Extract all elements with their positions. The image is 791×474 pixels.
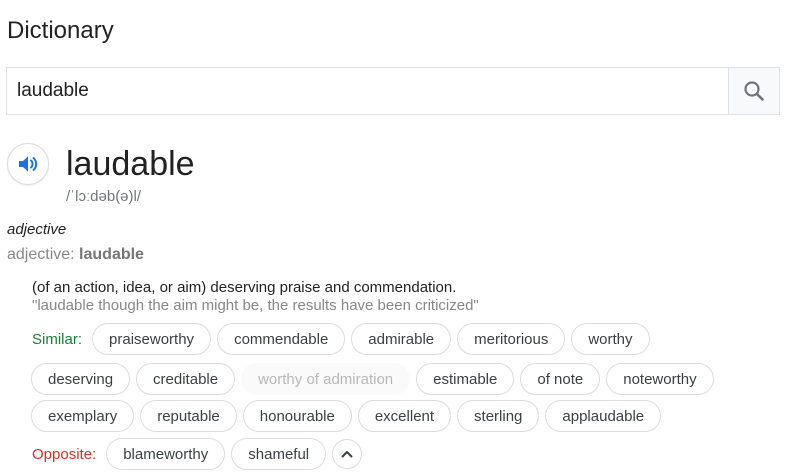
- similar-row-1: Similar: praiseworthy commendable admira…: [32, 323, 656, 355]
- part-of-speech-detail: adjective: laudable: [7, 246, 144, 264]
- opposite-label: Opposite:: [32, 445, 97, 463]
- search-button[interactable]: [728, 68, 779, 114]
- synonym-chip[interactable]: worthy: [571, 323, 650, 355]
- search-input[interactable]: [7, 68, 728, 114]
- pos-detail-prefix: adjective:: [7, 246, 80, 263]
- speaker-icon: [19, 156, 38, 172]
- search-box: [6, 67, 780, 115]
- pronunciation-button[interactable]: [7, 143, 49, 185]
- dictionary-title: Dictionary: [7, 17, 114, 44]
- synonym-chip-disabled: worthy of admiration: [241, 363, 411, 395]
- antonym-chip[interactable]: shameful: [231, 438, 327, 470]
- headword: laudable: [66, 145, 195, 183]
- synonym-chip[interactable]: meritorious: [457, 323, 566, 355]
- synonym-chip[interactable]: reputable: [140, 400, 237, 432]
- similar-label: Similar:: [32, 330, 83, 348]
- example-sentence: "laudable though the aim might be, the r…: [32, 297, 479, 314]
- synonym-chip[interactable]: creditable: [136, 363, 236, 395]
- synonym-chip[interactable]: excellent: [357, 400, 452, 432]
- synonym-chip[interactable]: estimable: [416, 363, 515, 395]
- synonym-chip[interactable]: commendable: [217, 323, 346, 355]
- synonym-chip[interactable]: noteworthy: [606, 363, 714, 395]
- definition: (of an action, idea, or aim) deserving p…: [32, 279, 457, 296]
- part-of-speech: adjective: [7, 221, 67, 238]
- pos-detail-word: laudable: [79, 246, 144, 263]
- similar-row-3: exemplary reputable honourable excellent…: [31, 400, 667, 432]
- similar-row-2: deserving creditable worthy of admiratio…: [31, 363, 720, 395]
- synonym-chip[interactable]: exemplary: [31, 400, 135, 432]
- synonym-chip[interactable]: praiseworthy: [92, 323, 212, 355]
- search-icon: [744, 81, 764, 101]
- synonym-chip[interactable]: admirable: [351, 323, 452, 355]
- chevron-up-icon: [341, 451, 353, 458]
- synonym-chip[interactable]: honourable: [242, 400, 352, 432]
- synonym-chip[interactable]: sterling: [457, 400, 540, 432]
- phonetic-transcription: /ˈlɔːdəb(ə)l/: [66, 188, 142, 205]
- synonym-chip[interactable]: applaudable: [545, 400, 662, 432]
- synonym-chip[interactable]: of note: [520, 363, 601, 395]
- antonym-chip[interactable]: blameworthy: [106, 438, 226, 470]
- collapse-button[interactable]: [332, 439, 363, 469]
- opposite-row: Opposite: blameworthy shameful: [32, 438, 363, 470]
- synonym-chip[interactable]: deserving: [31, 363, 131, 395]
